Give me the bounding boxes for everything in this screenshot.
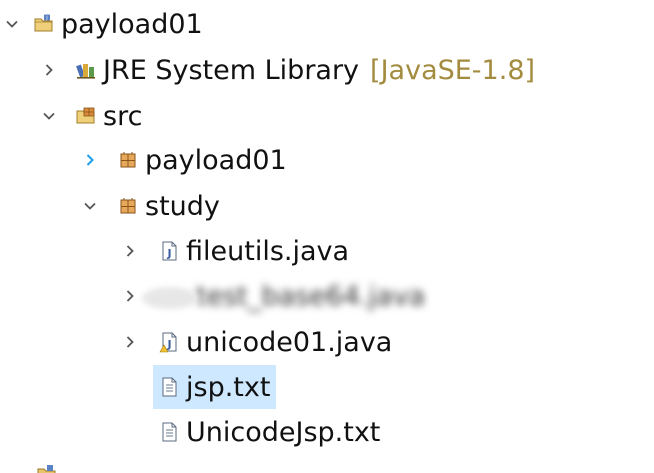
tree-row-src[interactable]: src [0, 94, 654, 138]
library-icon [75, 59, 97, 81]
tree-row-file-jsp[interactable]: jsp.txt [0, 365, 654, 409]
package-explorer-tree: J payload01 JRE System Library [JavaSE-1… [0, 0, 654, 473]
tree-node-label: test_base64.java [196, 280, 426, 312]
source-folder-icon [75, 105, 97, 127]
package-icon [117, 195, 139, 217]
text-file-icon [158, 421, 180, 443]
tree-node-decoration: [JavaSE-1.8] [370, 54, 536, 86]
tree-row-package-payload01[interactable]: payload01 [0, 138, 654, 182]
chevron-right-icon[interactable] [80, 138, 100, 182]
svg-text:J: J [45, 16, 47, 22]
java-project-icon: J [33, 13, 55, 35]
tree-node[interactable]: JRE System Library [JavaSE-1.8] [75, 48, 535, 92]
tree-node-label: JRE System Library [103, 54, 360, 86]
tree-row-file-fileutils[interactable]: J fileutils.java [0, 229, 654, 273]
tree-row-package-study[interactable]: study [0, 184, 654, 228]
chevron-right-icon[interactable] [39, 48, 59, 92]
tree-node-label: UnicodeJsp.txt [186, 416, 381, 448]
tree-node-label: payload01 [145, 144, 287, 176]
chevron-right-icon[interactable] [120, 274, 140, 318]
svg-text:J: J [166, 338, 171, 351]
tree-row-file-unicode01[interactable]: J unicode01.java [0, 320, 654, 364]
chevron-down-icon[interactable] [80, 184, 100, 228]
package-icon [117, 149, 139, 171]
tree-node-label: payload01 [61, 8, 203, 40]
tree-node-selected[interactable]: jsp.txt [153, 365, 277, 409]
tree-node[interactable]: J payload01 [33, 2, 203, 46]
chevron-down-icon[interactable] [39, 94, 59, 138]
tree-node-label: study [145, 190, 220, 222]
java-file-warning-icon: J [158, 331, 180, 353]
tree-node[interactable]: payload01 [117, 138, 287, 182]
tree-row-file-unicodejsp[interactable]: UnicodeJsp.txt [0, 410, 654, 454]
tree-node[interactable]: UnicodeJsp.txt [158, 410, 380, 454]
tree-node[interactable]: J unicode01.java [158, 320, 392, 364]
tree-node-label: fileutils.java [186, 235, 350, 267]
chevron-right-icon[interactable] [120, 229, 140, 273]
tree-node[interactable]: src [75, 94, 142, 138]
tree-node-label: jsp.txt [186, 371, 271, 403]
java-file-icon: J [158, 240, 180, 262]
svg-text:J: J [166, 247, 171, 260]
blur-redaction [142, 287, 198, 309]
tree-node[interactable]: study [117, 184, 220, 228]
chevron-right-icon[interactable] [120, 320, 140, 364]
tree-node-label: unicode01.java [186, 326, 393, 358]
chevron-down-icon[interactable] [2, 2, 22, 46]
tree-node-label: src [103, 100, 143, 132]
tree-row-file-redacted[interactable]: test_base64.java [0, 274, 654, 318]
text-file-icon [158, 376, 180, 398]
tree-node[interactable]: J fileutils.java [158, 229, 349, 273]
tree-node[interactable]: test_base64.java [196, 274, 425, 318]
tree-row-jre-system-library[interactable]: JRE System Library [JavaSE-1.8] [0, 48, 654, 92]
tree-row-project-payload01[interactable]: J payload01 [0, 2, 654, 46]
java-project-icon [35, 463, 59, 473]
